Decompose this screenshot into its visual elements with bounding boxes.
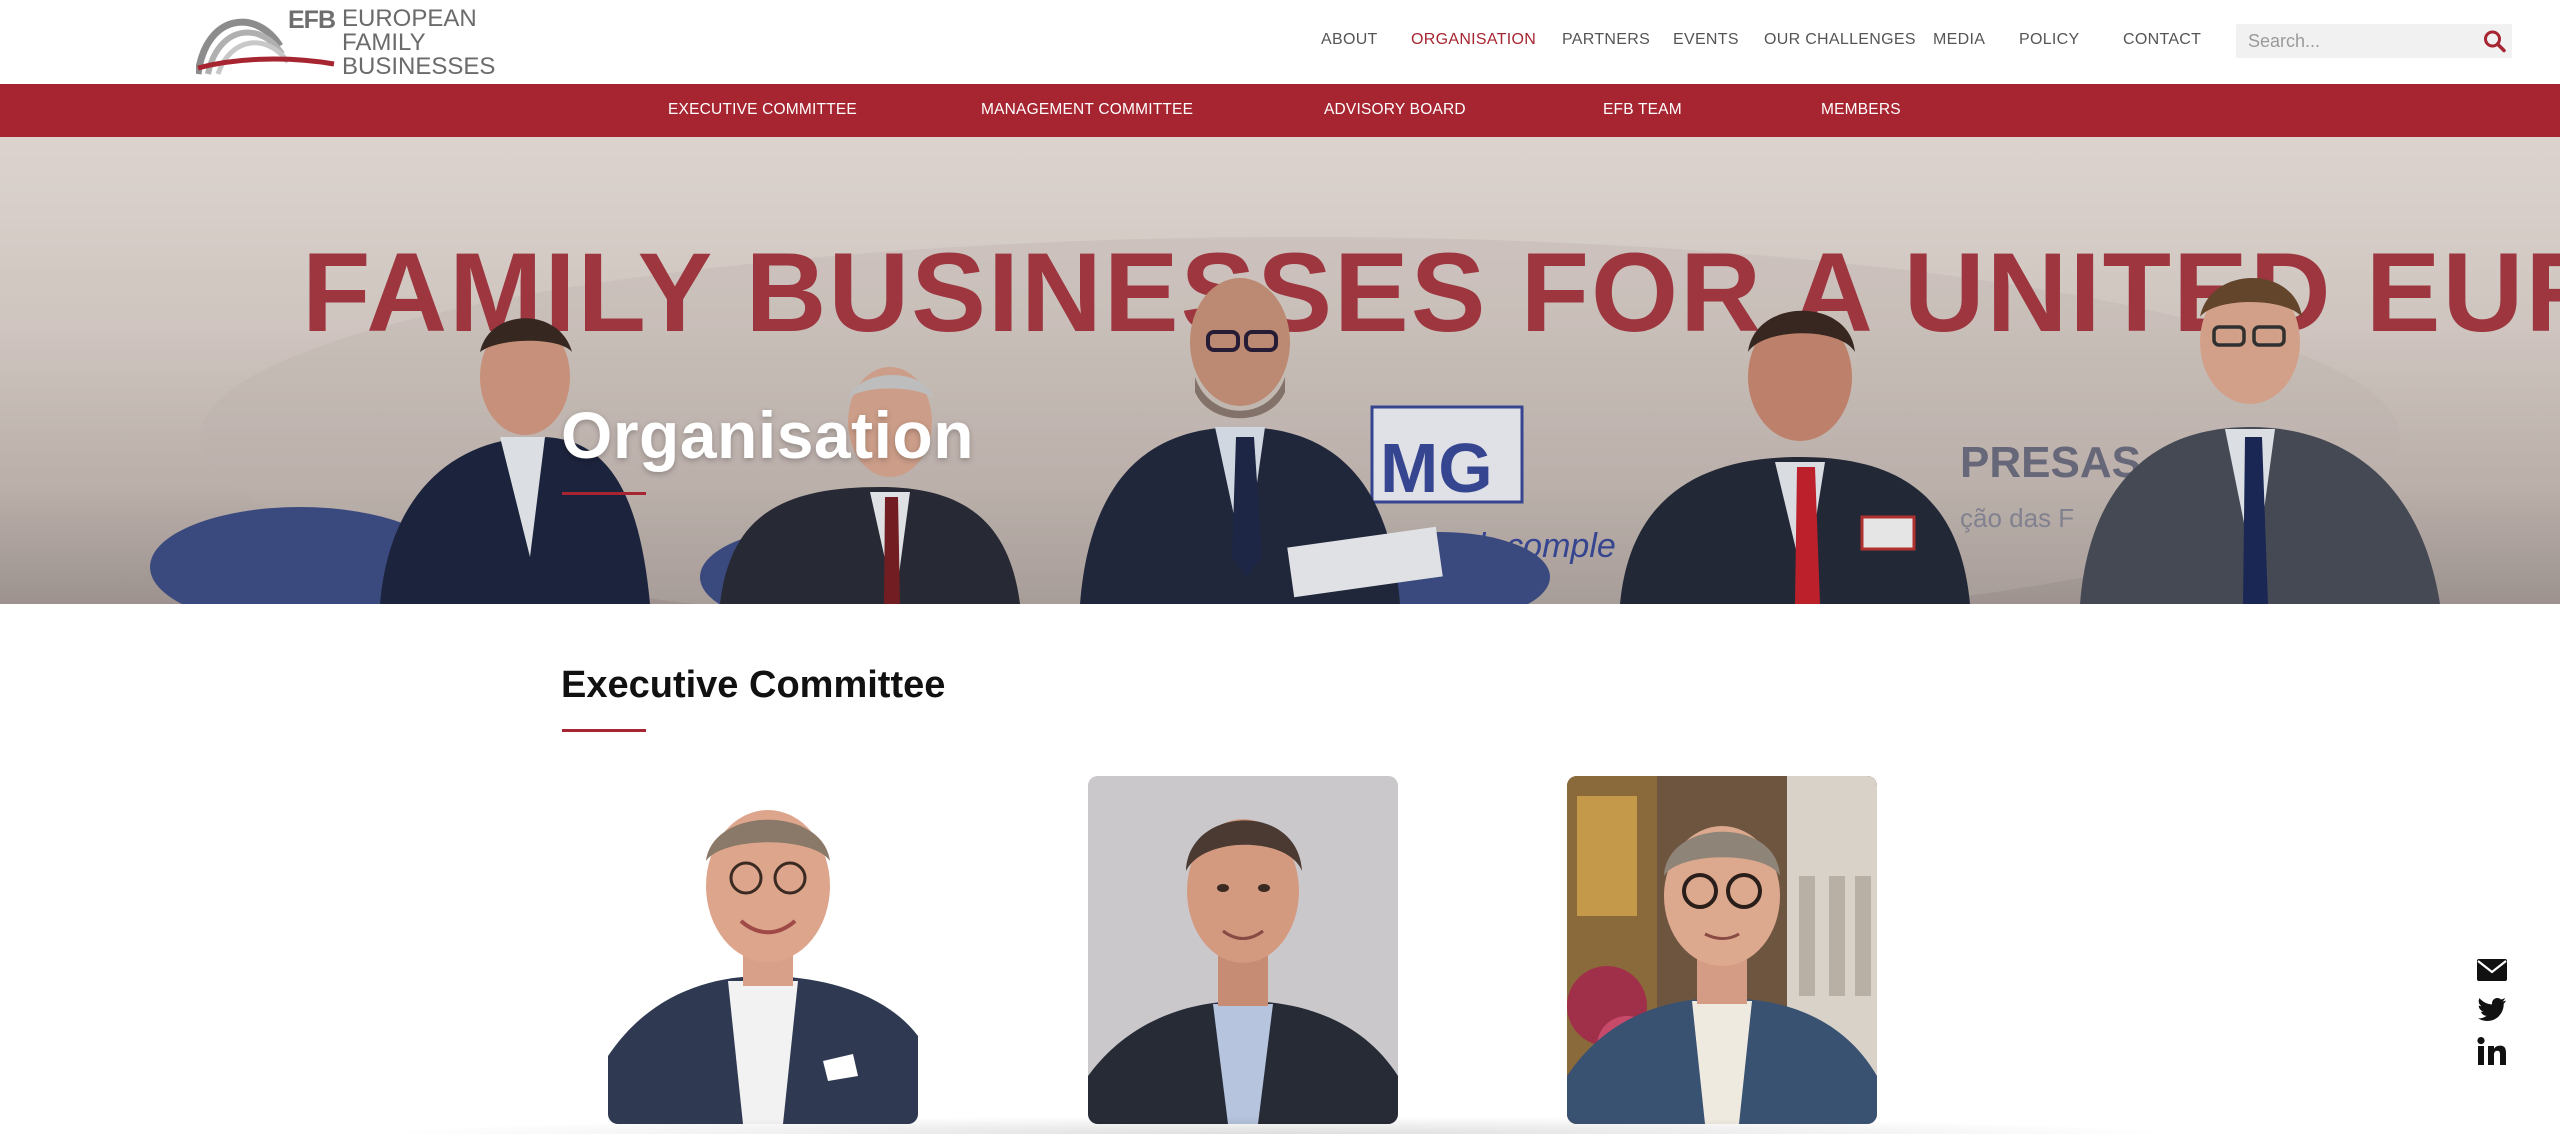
main-nav: ABOUT ORGANISATION PARTNERS EVENTS OUR C… <box>0 30 2560 50</box>
page-title: Organisation <box>561 398 975 472</box>
nav-our-challenges[interactable]: OUR CHALLENGES <box>1764 30 1916 50</box>
organisation-subnav: EXECUTIVE COMMITTEE MANAGEMENT COMMITTEE… <box>0 84 2560 137</box>
subnav-members[interactable]: MEMBERS <box>1821 100 1901 120</box>
member-card[interactable] <box>608 776 918 1124</box>
nav-organisation[interactable]: ORGANISATION <box>1411 30 1536 50</box>
section-title: Executive Committee <box>561 664 946 706</box>
member-photo-2 <box>1088 776 1398 1124</box>
nav-events[interactable]: EVENTS <box>1673 30 1739 50</box>
nav-policy[interactable]: POLICY <box>2019 30 2080 50</box>
envelope-icon[interactable] <box>2474 954 2510 988</box>
twitter-icon[interactable] <box>2474 994 2510 1028</box>
section-underline <box>562 729 646 732</box>
search-input[interactable] <box>2236 24 2476 58</box>
site-header: EFB EUROPEAN FAMILY BUSINESSES ABOUT ORG… <box>0 0 2560 84</box>
member-photo-3 <box>1567 776 1877 1124</box>
subnav-advisory-board[interactable]: ADVISORY BOARD <box>1324 100 1466 120</box>
logo-line-european: EUROPEAN <box>342 5 477 32</box>
title-underline <box>562 492 646 495</box>
hero-panel-photo: FAMILY BUSINESSES FOR A UNITED EUROPE MG… <box>0 137 2560 604</box>
nav-partners[interactable]: PARTNERS <box>1562 30 1650 50</box>
subnav-executive-committee[interactable]: EXECUTIVE COMMITTEE <box>668 100 857 120</box>
member-photo-1 <box>608 776 918 1124</box>
nav-about[interactable]: ABOUT <box>1321 30 1378 50</box>
member-card[interactable] <box>1088 776 1398 1124</box>
social-links <box>2474 954 2510 1066</box>
nav-media[interactable]: MEDIA <box>1933 30 1985 50</box>
hero-banner: FAMILY BUSINESSES FOR A UNITED EUROPE MG… <box>0 137 2560 604</box>
nav-contact[interactable]: CONTACT <box>2123 30 2201 50</box>
content-shadow <box>370 1116 2190 1134</box>
member-card[interactable] <box>1567 776 1877 1124</box>
search-box <box>2236 24 2512 58</box>
search-icon[interactable] <box>2482 29 2508 53</box>
subnav-management-committee[interactable]: MANAGEMENT COMMITTEE <box>981 100 1193 120</box>
linkedin-icon[interactable] <box>2474 1034 2510 1068</box>
subnav-efb-team[interactable]: EFB TEAM <box>1603 100 1682 120</box>
logo-line-businesses: BUSINESSES <box>342 53 496 80</box>
